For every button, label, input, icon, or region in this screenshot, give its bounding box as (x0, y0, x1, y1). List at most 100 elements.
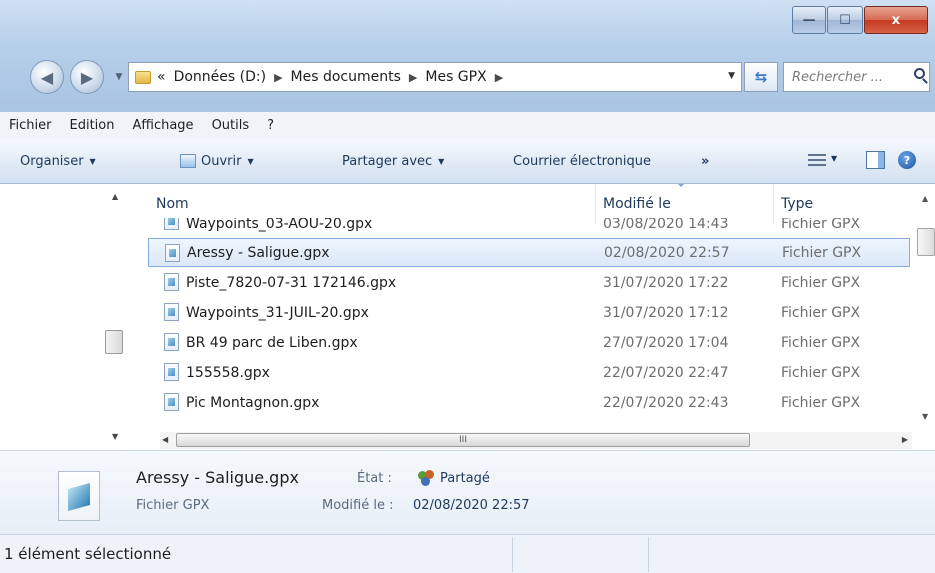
status-divider (648, 537, 649, 572)
file-type: Fichier GPX (781, 274, 861, 291)
close-icon: x (891, 12, 901, 28)
breadcrumb-gpx[interactable]: Mes GPX (425, 69, 486, 85)
email-label: Courrier électronique (513, 153, 652, 169)
gpx-file-icon (165, 244, 180, 262)
gpx-file-icon (164, 218, 179, 230)
scroll-down-icon[interactable]: ▼ (112, 432, 118, 441)
scroll-right-icon[interactable]: ▶ (902, 435, 908, 444)
back-button[interactable]: ◀ (30, 60, 64, 94)
menu-bar: Fichier Edition Affichage Outils ? (0, 112, 935, 140)
table-row[interactable]: BR 49 parc de Liben.gpx 27/07/2020 17:04… (148, 328, 910, 357)
view-dropdown-icon[interactable]: ▼ (831, 154, 837, 163)
file-list-vertical-scrollbar[interactable]: ▲ ▼ (917, 184, 935, 450)
scroll-down-icon[interactable]: ▼ (922, 412, 928, 421)
details-pane: Aressy - Saligue.gpx Fichier GPX État : … (0, 450, 935, 535)
scroll-up-icon[interactable]: ▲ (112, 192, 118, 201)
gpx-file-icon (164, 393, 179, 411)
file-list-horizontal-scrollbar[interactable]: ◀ III ▶ (160, 432, 912, 449)
more-commands-button[interactable]: » (701, 154, 709, 169)
status-divider (512, 537, 513, 572)
maximize-icon: ☐ (839, 12, 851, 28)
address-bar[interactable]: « Données (D:) ▶ Mes documents ▶ Mes GPX… (128, 62, 742, 92)
menu-view[interactable]: Affichage (123, 118, 202, 133)
open-label: Ouvrir (201, 153, 242, 169)
explorer-window: — ☐ x ◀ ▶ ▼ « Données (D:) ▶ Mes documen… (0, 0, 935, 573)
file-modified: 22/07/2020 22:47 (603, 364, 729, 381)
search-box[interactable] (783, 62, 930, 92)
table-row[interactable]: Waypoints_31-JUIL-20.gpx 31/07/2020 17:1… (148, 298, 910, 327)
file-type: Fichier GPX (781, 394, 861, 411)
help-icon[interactable]: ? (898, 151, 916, 169)
status-bar: 1 élément sélectionné (0, 534, 935, 573)
more-label: » (701, 153, 710, 169)
chevron-down-icon: ▼ (89, 156, 96, 166)
scroll-up-icon[interactable]: ▲ (922, 194, 928, 203)
details-file-name: Aressy - Saligue.gpx (136, 468, 299, 487)
table-row[interactable]: 155558.gpx 22/07/2020 22:47 Fichier GPX (148, 358, 910, 387)
breadcrumb-overflow[interactable]: « (157, 69, 166, 85)
details-file-type: Fichier GPX (136, 498, 210, 513)
open-button[interactable]: Ouvrir ▼ (180, 154, 254, 169)
column-header-name[interactable]: Nom (156, 196, 189, 212)
scroll-thumb[interactable]: III (176, 433, 750, 447)
breadcrumb-documents[interactable]: Mes documents (291, 69, 401, 85)
view-options-button[interactable] (808, 151, 826, 169)
file-modified: 22/07/2020 22:43 (603, 394, 729, 411)
close-button[interactable]: x (864, 6, 928, 34)
details-state-value: Partagé (440, 471, 490, 486)
preview-pane-icon[interactable] (866, 151, 885, 169)
search-input[interactable] (790, 68, 906, 86)
column-header-type[interactable]: Type (781, 196, 813, 212)
refresh-button[interactable]: ⇆ (744, 62, 778, 92)
navigation-pane-scrollbar[interactable]: ▲ ▼ (102, 184, 132, 450)
scroll-thumb[interactable] (105, 330, 123, 354)
organize-button[interactable]: Organiser ▼ (20, 154, 96, 169)
breadcrumb-separator-icon[interactable]: ▶ (495, 71, 503, 84)
email-button[interactable]: Courrier électronique (513, 154, 651, 169)
table-row[interactable]: Waypoints_03-AOU-20.gpx 03/08/2020 14:43… (148, 218, 910, 232)
view-icon (808, 154, 826, 166)
breadcrumb-separator-icon[interactable]: ▶ (409, 71, 417, 84)
organize-label: Organiser (20, 153, 84, 169)
file-name: Waypoints_03-AOU-20.gpx (186, 218, 373, 232)
menu-edit[interactable]: Edition (61, 118, 124, 133)
recent-pages-dropdown[interactable]: ▼ (113, 70, 125, 84)
gpx-file-icon (58, 471, 100, 521)
search-icon[interactable] (914, 68, 925, 79)
scroll-grip: III (459, 435, 467, 445)
users-icon (418, 470, 436, 486)
menu-help[interactable]: ? (258, 118, 283, 133)
menu-tools[interactable]: Outils (203, 118, 259, 133)
file-modified: 31/07/2020 17:22 (603, 274, 729, 291)
details-state-label: État : (357, 471, 392, 486)
column-header-modified[interactable]: Modifié le (603, 196, 671, 212)
file-name: BR 49 parc de Liben.gpx (186, 334, 358, 351)
gpx-file-icon (164, 333, 179, 351)
minimize-button[interactable]: — (792, 6, 826, 34)
file-name: 155558.gpx (186, 364, 270, 381)
scroll-thumb[interactable] (917, 228, 935, 256)
file-modified: 27/07/2020 17:04 (603, 334, 729, 351)
minimize-icon: — (802, 12, 816, 28)
file-list[interactable]: Nom Modifié le Type Waypoints_03-AOU-20.… (148, 184, 935, 450)
breadcrumb-drive[interactable]: Données (D:) (174, 69, 266, 85)
scroll-left-icon[interactable]: ◀ (162, 435, 168, 444)
maximize-button[interactable]: ☐ (827, 6, 863, 34)
share-label: Partager avec (342, 153, 433, 169)
forward-arrow-icon: ▶ (80, 67, 94, 87)
gpx-file-icon (164, 303, 179, 321)
table-row-selected[interactable]: Aressy - Saligue.gpx 02/08/2020 22:57 Fi… (148, 238, 910, 267)
forward-button[interactable]: ▶ (70, 60, 104, 94)
refresh-icon: ⇆ (754, 68, 768, 86)
status-text: 1 élément sélectionné (4, 545, 172, 563)
file-type: Fichier GPX (781, 304, 861, 321)
table-row[interactable]: Piste_7820-07-31 172146.gpx 31/07/2020 1… (148, 268, 910, 297)
menu-file[interactable]: Fichier (0, 118, 61, 133)
address-dropdown-icon[interactable]: ▼ (728, 71, 735, 81)
breadcrumb-separator-icon[interactable]: ▶ (274, 71, 282, 84)
share-button[interactable]: Partager avec ▼ (342, 154, 444, 169)
file-type: Fichier GPX (781, 218, 861, 232)
file-name: Waypoints_31-JUIL-20.gpx (186, 304, 369, 321)
table-row[interactable]: Pic Montagnon.gpx 22/07/2020 22:43 Fichi… (148, 388, 910, 417)
command-bar: Organiser ▼ Ouvrir ▼ Partager avec ▼ Courri… (0, 139, 935, 184)
